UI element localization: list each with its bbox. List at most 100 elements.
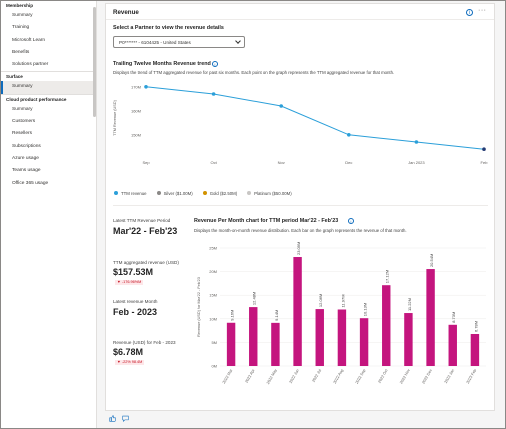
bar-data-label: 9.14M [274, 310, 279, 321]
x-tick-label: 2022 Aug [333, 369, 344, 385]
sidebar-item-office-365-usage[interactable]: Office 365 usage [1, 178, 96, 190]
y-tick-label: 5M [211, 340, 217, 345]
revenue-bar[interactable] [315, 309, 324, 366]
legend-item[interactable]: Silver ($1.00M) [156, 191, 193, 196]
trend-legend: TTM revenue Silver ($1.00M) Gold ($2.50M) P… [114, 189, 292, 197]
x-tick-label: Sep [142, 160, 150, 165]
sidebar-content: Membership Summary Training Microsoft Learn… [1, 1, 96, 190]
sidebar-item-training[interactable]: Training [1, 22, 96, 34]
trend-chart-title: Trailing Twelve Months Revenue trend [113, 61, 211, 67]
sidebar-item-solutions-partner[interactable]: Solutions partner [1, 59, 96, 71]
legend-item[interactable]: TTM revenue [114, 191, 147, 196]
comment-icon[interactable] [122, 415, 129, 422]
y-axis-label: Revenue (USD) for Mar'22 - Feb'23 [197, 277, 201, 337]
x-tick-label: 2022 Sep [355, 369, 367, 385]
sidebar-item-subscriptions[interactable]: Subscriptions [1, 141, 96, 153]
sidebar-item-resellers[interactable]: Resellers [1, 128, 96, 140]
revenue-bar[interactable] [271, 322, 280, 366]
sidebar-item-teams-usage[interactable]: Teams usage [1, 165, 96, 177]
feedback-bar [109, 415, 129, 422]
sidebar-item-microsoft-learn[interactable]: Microsoft Learn [1, 35, 96, 47]
trend-info-icon[interactable]: i [212, 61, 218, 67]
x-tick-label: 2022 Apr [245, 368, 256, 384]
ttm-data-point[interactable] [279, 104, 283, 108]
monthly-info-icon[interactable]: i [348, 218, 354, 224]
bar-data-label: 12.48M [252, 292, 257, 305]
bar-data-label: 12.06M [318, 294, 323, 307]
bar-data-label: 9.16M [230, 310, 235, 321]
divider [113, 205, 488, 206]
sidebar-section-title: Membership [6, 3, 34, 8]
sidebar-item-azure-usage[interactable]: Azure usage [1, 153, 96, 165]
y-tick-label: 150M [131, 132, 141, 137]
legend-dot-icon [202, 191, 207, 195]
revenue-bar[interactable] [382, 285, 391, 366]
x-tick-label: 2023 Jan [444, 369, 455, 385]
month-revenue-label: Revenue (USD) for Feb - 2023 [113, 340, 176, 345]
ttm-data-point[interactable] [144, 85, 148, 89]
bar-data-label: 8.73M [451, 312, 456, 323]
sidebar-section-title: Cloud product performance [6, 96, 67, 102]
revenue-bar[interactable] [293, 257, 302, 366]
bar-data-label: 23.09M [296, 242, 301, 255]
y-axis-label: TTM Revenue (USD) [113, 99, 117, 135]
ttm-period-value: Mar'22 - Feb'23 [113, 226, 178, 236]
divider [106, 19, 494, 20]
y-tick-label: 25M [209, 246, 217, 251]
revenue-bar[interactable] [470, 333, 480, 366]
thumbs-up-icon[interactable] [109, 415, 117, 422]
x-tick-label: 2022 Oct [377, 368, 389, 384]
legend-item[interactable]: Gold ($2.50M) [202, 190, 238, 196]
month-revenue-delta: ▼ -22% 98.4M [115, 360, 145, 365]
info-icon[interactable]: i [466, 9, 473, 16]
sidebar-item-benefits[interactable]: Benefits [1, 47, 96, 59]
x-tick-label: 2022 Nov [399, 368, 411, 384]
revenue-bar[interactable] [426, 269, 435, 366]
legend-item[interactable]: Platinum ($50.00M) [247, 191, 292, 196]
x-tick-label: Nov [278, 160, 285, 165]
legend-label: Gold ($2.50M) [209, 190, 238, 196]
sidebar-scrollbar[interactable] [93, 7, 96, 117]
revenue-bar[interactable] [249, 307, 258, 366]
y-tick-label: 20M [209, 269, 217, 274]
x-tick-label: Feb [481, 160, 489, 165]
sidebar-item-summary[interactable]: Summary [1, 81, 96, 94]
legend-label: TTM revenue [121, 190, 147, 196]
revenue-card: Revenue i ··· Select a Partner to view t… [105, 3, 495, 411]
ttm-revenue-value: $157.53M [113, 267, 154, 277]
ttm-data-point[interactable] [482, 147, 486, 151]
ttm-line-chart: TTM Revenue (USD) 170M 160M 150M Sep Oct Nov De… [113, 84, 489, 165]
revenue-bar[interactable] [359, 318, 369, 366]
ttm-data-point[interactable] [211, 92, 216, 96]
ttm-data-point[interactable] [414, 140, 419, 144]
x-tick-label: 2022 Dec [421, 368, 433, 384]
partner-dropdown-value: P0******* - 6104425 - United States [119, 40, 191, 45]
ttm-revenue-delta: ▼ -176.96%M [115, 280, 144, 285]
x-tick-label: 2022 Jul [311, 368, 322, 383]
legend-dot-icon [156, 191, 161, 195]
revenue-bar[interactable] [448, 324, 457, 366]
revenue-bar[interactable] [337, 309, 347, 366]
sidebar-item-summary[interactable]: Summary [1, 104, 96, 116]
ttm-data-point[interactable] [347, 133, 351, 137]
monthly-chart-description: Displays the month-on-month revenue dist… [194, 228, 407, 233]
sidebar-item-customers[interactable]: Customers [1, 116, 96, 128]
more-icon[interactable]: ··· [478, 7, 487, 14]
sidebar-section-title: Surface [6, 74, 23, 80]
chevron-down-icon [235, 38, 241, 44]
bar-data-label: 10.13M [363, 303, 368, 316]
legend-label: Platinum ($50.00M) [254, 190, 292, 196]
x-tick-label: 2022 Jun [289, 369, 300, 385]
ttm-revenue-line [145, 86, 485, 150]
monthly-chart-title: Revenue Per Month chart for TTM period M… [194, 218, 339, 224]
partner-select-label: Select a Partner to view the revenue det… [113, 25, 224, 31]
month-revenue-delta-text: -22% 98.4M [121, 360, 143, 364]
sidebar-item-summary[interactable]: Summary [1, 10, 96, 22]
latest-month-value: Feb - 2023 [113, 307, 158, 317]
x-tick-label: 2022 Mar [222, 368, 234, 385]
main-content: Revenue i ··· Select a Partner to view t… [97, 1, 505, 428]
ttm-revenue-delta-text: -176.96%M [121, 280, 142, 284]
revenue-bar[interactable] [404, 313, 413, 366]
partner-dropdown[interactable]: P0******* - 6104425 - United States [113, 36, 245, 48]
revenue-bar[interactable] [226, 322, 236, 366]
